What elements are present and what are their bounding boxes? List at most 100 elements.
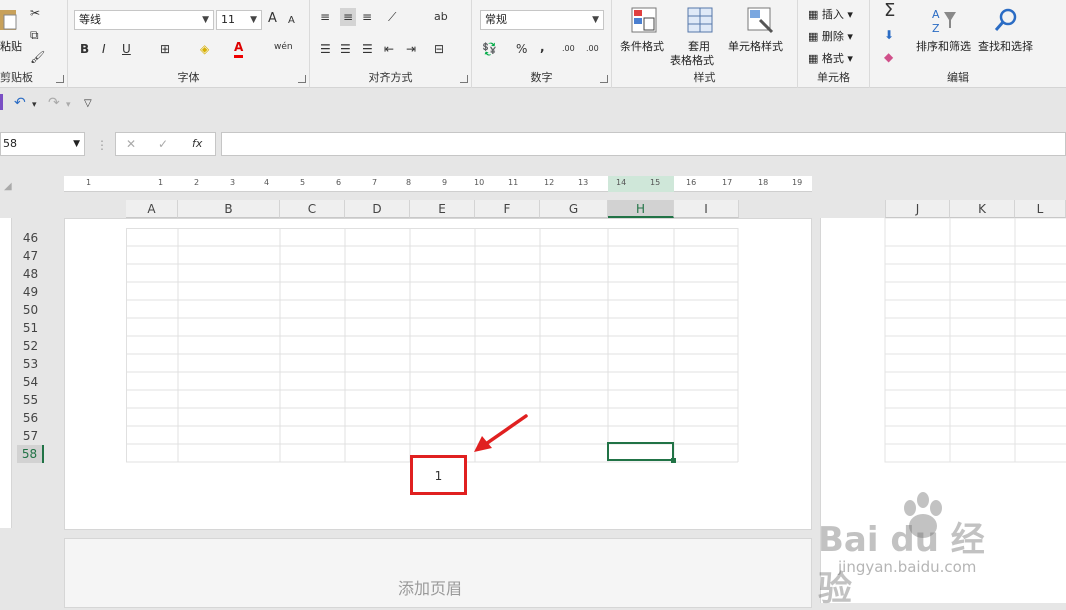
align-left-icon[interactable]: ☰ — [320, 40, 331, 58]
formula-input[interactable] — [221, 132, 1066, 156]
column-header-e[interactable]: E — [410, 200, 475, 218]
paste-button[interactable]: 粘贴 — [0, 38, 22, 54]
row-header-55[interactable]: 55 — [17, 391, 44, 409]
conditional-format-icon[interactable] — [630, 6, 658, 34]
clear-icon[interactable]: ◆ — [884, 48, 893, 66]
ruler-number: 4 — [264, 178, 270, 187]
font-color-button[interactable]: A — [234, 40, 244, 58]
row-header-57[interactable]: 57 — [17, 427, 44, 445]
enter-icon[interactable]: ✓ — [158, 135, 168, 153]
column-header-j[interactable]: J — [885, 200, 950, 218]
more-icon: ⋮ — [96, 138, 108, 152]
paste-icon[interactable] — [0, 6, 18, 34]
cancel-icon[interactable]: ✕ — [126, 135, 136, 153]
column-header-i[interactable]: I — [674, 200, 739, 218]
chevron-down-icon: ▼ — [73, 139, 80, 149]
currency-icon[interactable]: 💱 — [482, 40, 497, 58]
fill-color-icon[interactable]: ◈ — [200, 40, 209, 58]
bold-button[interactable]: B — [80, 40, 89, 58]
copy-icon[interactable]: ⧉ — [30, 26, 39, 44]
row-header-47[interactable]: 47 — [17, 247, 44, 265]
cut-icon[interactable]: ✂ — [30, 4, 40, 22]
undo-icon[interactable]: ↶ — [14, 94, 26, 112]
phonetic-button[interactable]: wén — [274, 38, 293, 56]
save-icon[interactable] — [0, 94, 3, 110]
selected-cell[interactable] — [607, 442, 676, 463]
autosum-button[interactable]: Σ — [884, 2, 895, 20]
insert-function-button[interactable]: fx — [192, 135, 202, 153]
align-right-icon[interactable]: ☰ — [362, 40, 373, 58]
page-number-footer[interactable]: 1 — [410, 455, 467, 495]
cell-styles-icon[interactable] — [746, 6, 774, 34]
name-box[interactable]: 58 ▼ — [0, 132, 85, 156]
font-size-select[interactable]: 11 ▼ — [216, 10, 262, 30]
grow-font-button[interactable]: A — [268, 10, 277, 28]
chevron-down-icon[interactable]: ▾ — [32, 96, 37, 114]
conditional-format-button[interactable]: 条件格式 — [620, 38, 664, 54]
row-header-54[interactable]: 54 — [17, 373, 44, 391]
quick-access-toolbar: ↶ ▾ ↷ ▾ ▽ — [0, 92, 1066, 116]
fill-icon[interactable]: ⬇ — [884, 26, 894, 44]
clipboard-launcher-icon[interactable] — [56, 75, 64, 83]
font-name-select[interactable]: 等线 ▼ — [74, 10, 214, 30]
number-launcher-icon[interactable] — [600, 75, 608, 83]
row-header-50[interactable]: 50 — [17, 301, 44, 319]
increase-indent-icon[interactable]: ⇥ — [406, 40, 416, 58]
orientation-icon[interactable]: ⟋ — [388, 8, 396, 26]
number-format-value: 常规 — [485, 13, 507, 26]
sort-filter-button[interactable]: 排序和筛选 — [916, 38, 971, 54]
shrink-font-button[interactable]: A — [288, 12, 295, 30]
number-format-select[interactable]: 常规 ▼ — [480, 10, 604, 30]
cell-grid[interactable] — [126, 228, 740, 464]
table-format-button[interactable]: 表格格式 — [670, 52, 714, 68]
font-launcher-icon[interactable] — [298, 75, 306, 83]
sort-filter-icon[interactable]: AZ — [930, 6, 958, 35]
column-header-d[interactable]: D — [345, 200, 410, 218]
select-all-icon[interactable]: ◢ — [4, 178, 12, 196]
row-header-52[interactable]: 52 — [17, 337, 44, 355]
merge-center-icon[interactable]: ⊟ — [434, 40, 444, 58]
row-header-51[interactable]: 51 — [17, 319, 44, 337]
format-button[interactable]: ▦ 格式 ▾ — [808, 50, 853, 66]
column-header-g[interactable]: G — [540, 200, 608, 218]
insert-button[interactable]: ▦ 插入 ▾ — [808, 6, 853, 22]
cell-styles-button[interactable]: 单元格样式 — [728, 38, 783, 54]
align-middle-icon[interactable]: ≡ — [340, 8, 357, 26]
align-bottom-icon[interactable]: ≡ — [362, 8, 372, 26]
column-header-c[interactable]: C — [280, 200, 345, 218]
border-icon[interactable]: ⊞ — [160, 40, 170, 58]
add-header-area[interactable]: 添加页眉 — [398, 575, 462, 599]
column-header-k[interactable]: K — [950, 200, 1015, 218]
format-painter-icon[interactable]: 🖌 — [30, 48, 45, 66]
row-header-48[interactable]: 48 — [17, 265, 44, 283]
column-header-f[interactable]: F — [475, 200, 540, 218]
alignment-launcher-icon[interactable] — [460, 75, 468, 83]
row-header-49[interactable]: 49 — [17, 283, 44, 301]
underline-button[interactable]: U — [122, 40, 131, 58]
delete-button[interactable]: ▦ 删除 ▾ — [808, 28, 853, 44]
row-header-58[interactable]: 58 — [17, 445, 44, 463]
row-header-53[interactable]: 53 — [17, 355, 44, 373]
align-top-icon[interactable]: ≡ — [320, 8, 330, 26]
column-header-h[interactable]: H — [608, 200, 674, 218]
align-center-icon[interactable]: ☰ — [340, 40, 351, 58]
increase-decimal-button[interactable]: .00 — [562, 40, 575, 58]
percent-button[interactable]: % — [516, 40, 527, 58]
find-select-icon[interactable] — [992, 6, 1020, 34]
left-margin — [0, 218, 12, 528]
column-header-b[interactable]: B — [178, 200, 280, 218]
column-header-l[interactable]: L — [1015, 200, 1066, 218]
italic-button[interactable]: I — [102, 40, 106, 58]
row-header-56[interactable]: 56 — [17, 409, 44, 427]
column-header-a[interactable]: A — [126, 200, 178, 218]
redo-icon[interactable]: ↷ — [48, 94, 60, 112]
comma-button[interactable]: , — [540, 38, 545, 56]
decrease-indent-icon[interactable]: ⇤ — [384, 40, 394, 58]
customize-toolbar-icon[interactable]: ▽ — [84, 95, 92, 113]
row-header-46[interactable]: 46 — [17, 229, 44, 247]
wrap-text-icon[interactable]: ab — [434, 8, 448, 26]
table-format-icon[interactable] — [686, 6, 714, 34]
find-select-button[interactable]: 查找和选择 — [978, 38, 1033, 54]
chevron-down-icon[interactable]: ▾ — [66, 96, 71, 114]
decrease-decimal-button[interactable]: .00 — [586, 40, 599, 58]
